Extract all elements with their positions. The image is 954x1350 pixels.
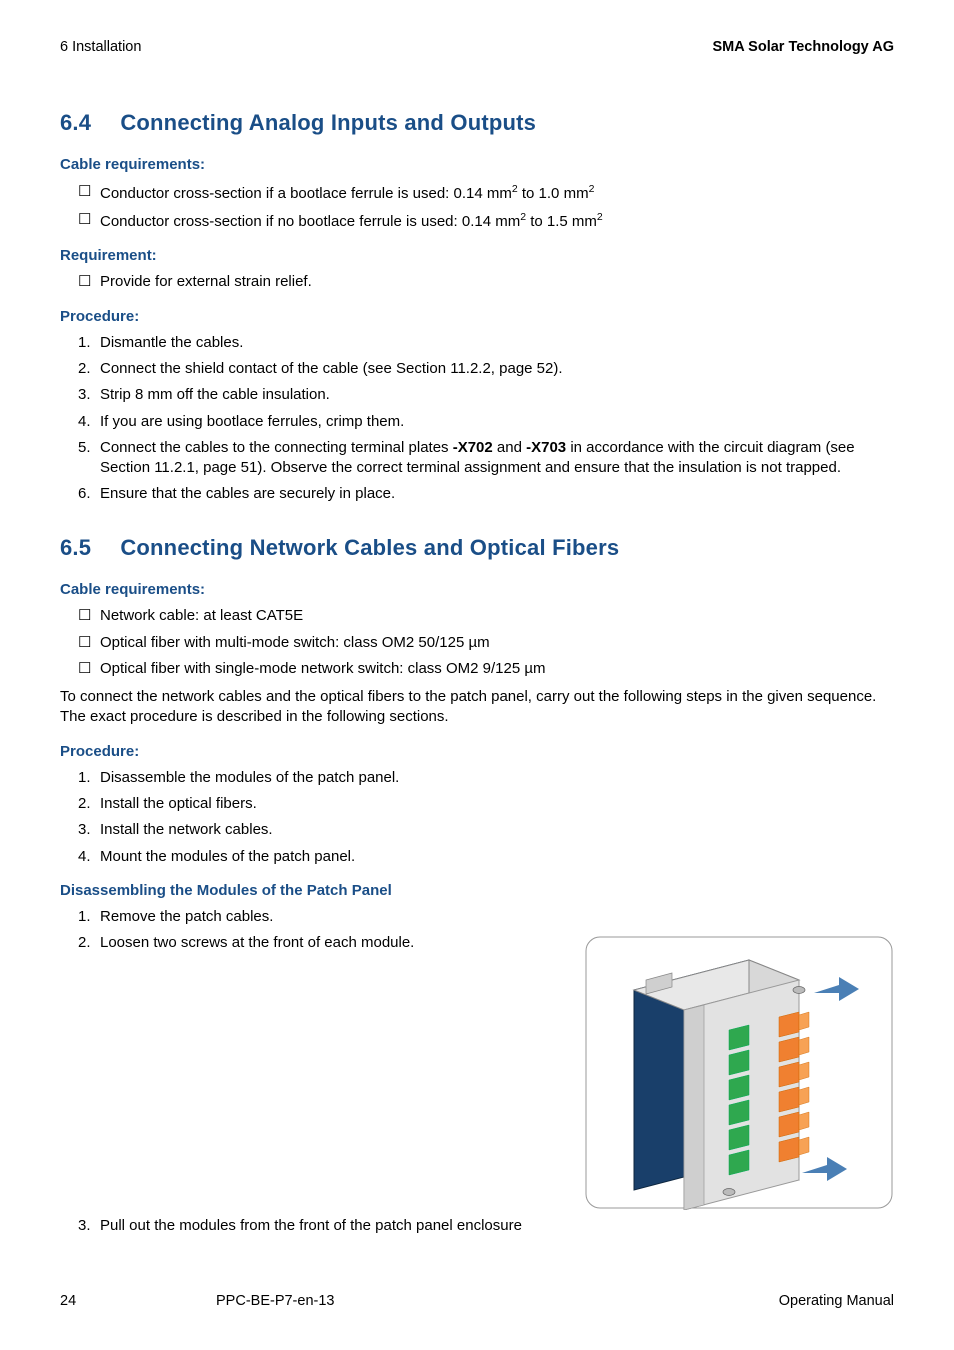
list-item: Connect the cables to the connecting ter… (78, 438, 894, 479)
text: Loosen two screws at the front of each m… (100, 934, 414, 951)
heading-6-5: 6.5 Connecting Network Cables and Optica… (60, 533, 894, 563)
section-6-5: 6.5 Connecting Network Cables and Optica… (60, 533, 894, 1237)
list-item: Dismantle the cables. (78, 333, 894, 353)
text: Conductor cross-section if a bootlace fe… (100, 185, 512, 202)
subhead-cable-req-65: Cable requirements: (60, 580, 894, 600)
page-footer: 24 PPC-BE-P7-en-13 Operating Manual (60, 1292, 894, 1312)
disasm-list: Remove the patch cables. Loosen two scre… (60, 907, 894, 1237)
intro-para-65: To connect the network cables and the op… (60, 687, 894, 728)
superscript: 2 (597, 211, 603, 223)
list-item: Ensure that the cables are securely in p… (78, 484, 894, 504)
list-item: Optical fiber with multi-mode switch: cl… (78, 633, 894, 653)
list-item: Disassemble the modules of the patch pan… (78, 768, 894, 788)
list-item: Install the network cables. (78, 820, 894, 840)
text-bold: -X703 (526, 439, 566, 456)
list-item: Strip 8 mm off the cable insulation. (78, 385, 894, 405)
subhead-procedure-64: Procedure: (60, 307, 894, 327)
heading-title: Connecting Analog Inputs and Outputs (120, 110, 536, 135)
section-6-4: 6.4 Connecting Analog Inputs and Outputs… (60, 108, 894, 505)
list-item: Optical fiber with single-mode network s… (78, 659, 894, 679)
text: to 1.0 mm (518, 185, 589, 202)
heading-6-4: 6.4 Connecting Analog Inputs and Outputs (60, 108, 894, 138)
list-item: Network cable: at least CAT5E (78, 606, 894, 626)
list-item: Conductor cross-section if no bootlace f… (78, 210, 894, 232)
list-item: Pull out the modules from the front of t… (78, 1216, 894, 1236)
superscript: 2 (589, 183, 595, 195)
footer-page-number: 24 (60, 1292, 76, 1312)
footer-doc-type: Operating Manual (779, 1292, 894, 1312)
text-bold: -X702 (453, 439, 493, 456)
subhead-disassembling: Disassembling the Modules of the Patch P… (60, 881, 894, 901)
procedure-list-65: Disassemble the modules of the patch pan… (60, 768, 894, 867)
header-section: 6 Installation (60, 38, 141, 58)
page-header: 6 Installation SMA Solar Technology AG (60, 38, 894, 58)
list-item: Conductor cross-section if a bootlace fe… (78, 182, 894, 204)
list-item: Mount the modules of the patch panel. (78, 847, 894, 867)
patch-panel-figure (584, 935, 894, 1210)
heading-num: 6.4 (60, 108, 114, 138)
text: Connect the cables to the connecting ter… (100, 439, 453, 456)
cable-req-list-64: Conductor cross-section if a bootlace fe… (60, 182, 894, 233)
list-item: Connect the shield contact of the cable … (78, 359, 894, 379)
text: and (493, 439, 526, 456)
list-item: Loosen two screws at the front of each m… (78, 933, 894, 1210)
subhead-requirement-64: Requirement: (60, 246, 894, 266)
heading-title: Connecting Network Cables and Optical Fi… (120, 535, 619, 560)
text: Conductor cross-section if no bootlace f… (100, 213, 520, 230)
header-company: SMA Solar Technology AG (712, 38, 894, 58)
text: to 1.5 mm (526, 213, 597, 230)
heading-num: 6.5 (60, 533, 114, 563)
procedure-list-64: Dismantle the cables. Connect the shield… (60, 333, 894, 505)
list-item: If you are using bootlace ferrules, crim… (78, 412, 894, 432)
subhead-cable-req-64: Cable requirements: (60, 155, 894, 175)
list-item: Provide for external strain relief. (78, 272, 894, 292)
list-item: Install the optical fibers. (78, 794, 894, 814)
cable-req-list-65: Network cable: at least CAT5E Optical fi… (60, 606, 894, 679)
req-list-64: Provide for external strain relief. (60, 272, 894, 292)
subhead-procedure-65: Procedure: (60, 742, 894, 762)
list-item: Remove the patch cables. (78, 907, 894, 927)
module-diagram-icon (584, 935, 894, 1210)
footer-doc-id: PPC-BE-P7-en-13 (216, 1292, 334, 1312)
